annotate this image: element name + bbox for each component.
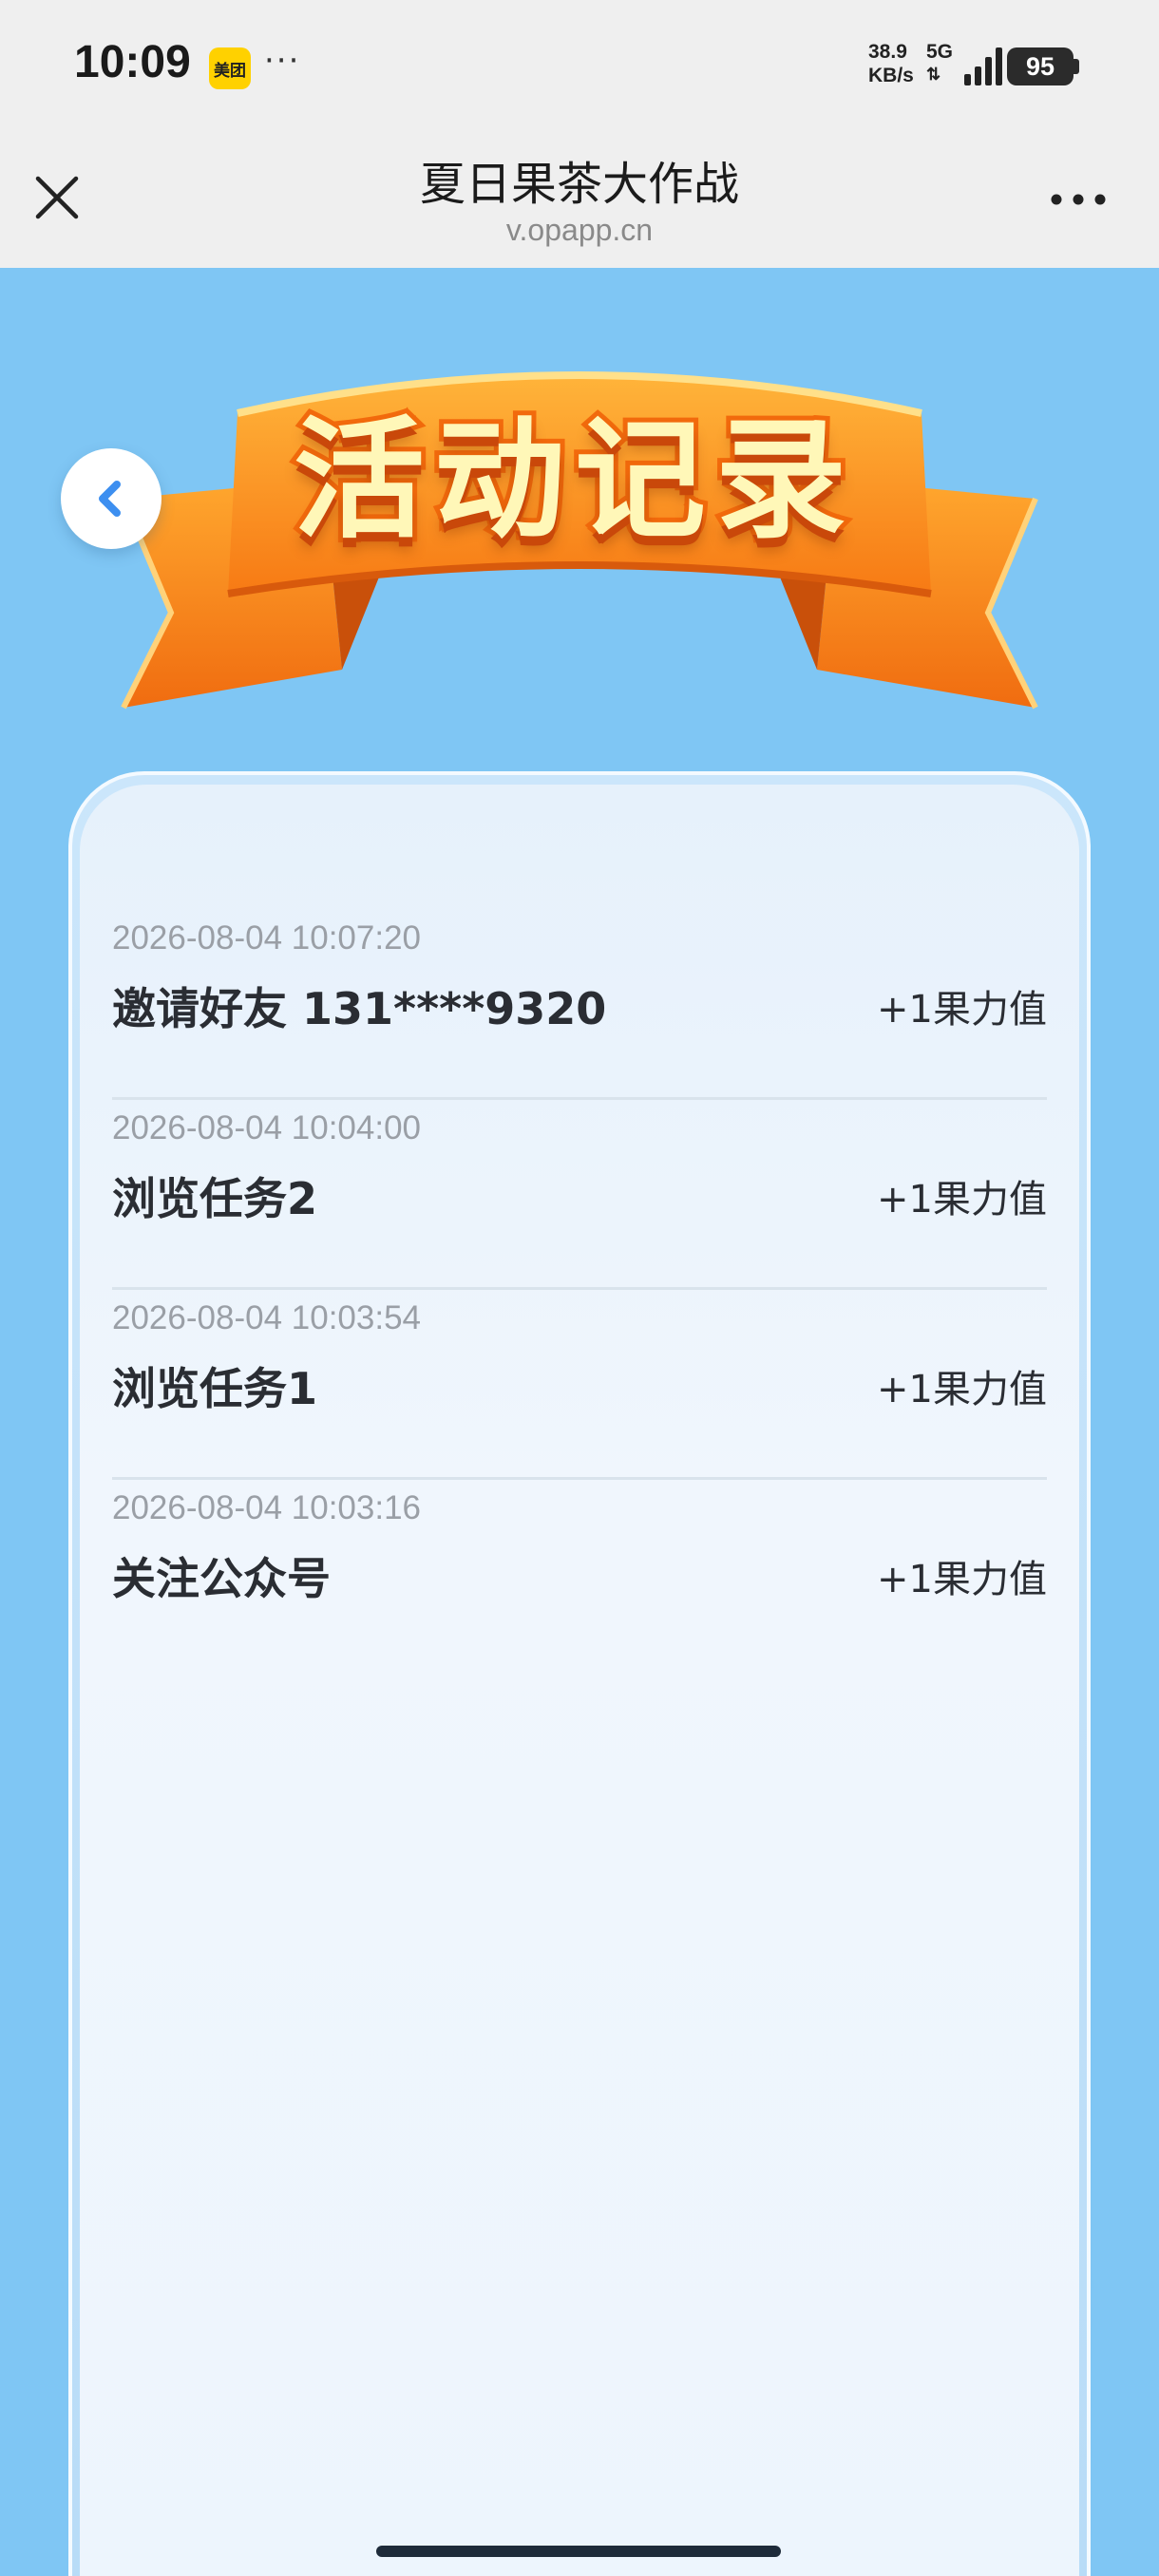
status-time: 10:09 (74, 37, 191, 87)
record-time: 2026-08-04 10:07:20 (112, 919, 421, 957)
chevron-left-icon (99, 481, 121, 517)
record-reward: +1果力值 (877, 988, 1047, 1032)
screen: 10:09 美团 ··· 38.9 KB/s 5G ⇅ 95 夏日果茶大作战 v… (0, 0, 1159, 2576)
status-bar: 10:09 美团 ··· 38.9 KB/s 5G ⇅ 95 (0, 0, 1159, 133)
record-reward: +1果力值 (877, 1558, 1047, 1601)
record-title: 邀请好友 131****9320 (112, 983, 607, 1034)
more-notifications-icon: ··· (264, 42, 301, 80)
record-list: 2026-08-04 10:07:20 邀请好友 131****9320 +1果… (112, 910, 1047, 1670)
page-url: v.opapp.cn (505, 213, 654, 247)
activity-record-banner: 活动记录 (95, 356, 1064, 717)
record-time: 2026-08-04 10:03:54 (112, 1299, 421, 1336)
battery-icon: 95 (1007, 47, 1074, 85)
record-reward: +1果力值 (877, 1368, 1047, 1411)
network-type-label: 5G (926, 41, 954, 63)
data-arrows-icon: ⇅ (926, 65, 941, 84)
network-speed: 38.9 KB/s (868, 40, 927, 87)
record-title: 关注公众号 (112, 1553, 331, 1604)
record-item: 2026-08-04 10:04:00 浏览任务2 +1果力值 (112, 1100, 1047, 1290)
network-speed-value: 38.9 (868, 41, 907, 63)
signal-strength-icon (964, 47, 1002, 85)
record-item: 2026-08-04 10:03:54 浏览任务1 +1果力值 (112, 1290, 1047, 1480)
record-reward: +1果力值 (877, 1178, 1047, 1222)
network-type: 5G ⇅ (926, 40, 966, 85)
record-item: 2026-08-04 10:03:16 关注公众号 +1果力值 (112, 1480, 1047, 1670)
network-speed-unit: KB/s (868, 65, 914, 86)
record-time: 2026-08-04 10:03:16 (112, 1489, 421, 1526)
record-title: 浏览任务1 (112, 1363, 318, 1414)
record-title: 浏览任务2 (112, 1173, 318, 1224)
title-bar: 夏日果茶大作战 v.opapp.cn (0, 133, 1159, 268)
banner-title: 活动记录 (289, 399, 856, 561)
page-title: 夏日果茶大作战 (419, 158, 739, 211)
more-options-icon[interactable] (1045, 180, 1112, 218)
home-indicator[interactable] (376, 2546, 781, 2557)
meituan-app-icon: 美团 (209, 47, 251, 89)
battery-tip (1074, 59, 1079, 74)
record-time: 2026-08-04 10:04:00 (112, 1109, 421, 1146)
record-item: 2026-08-04 10:07:20 邀请好友 131****9320 +1果… (112, 910, 1047, 1100)
back-button[interactable] (61, 448, 162, 549)
